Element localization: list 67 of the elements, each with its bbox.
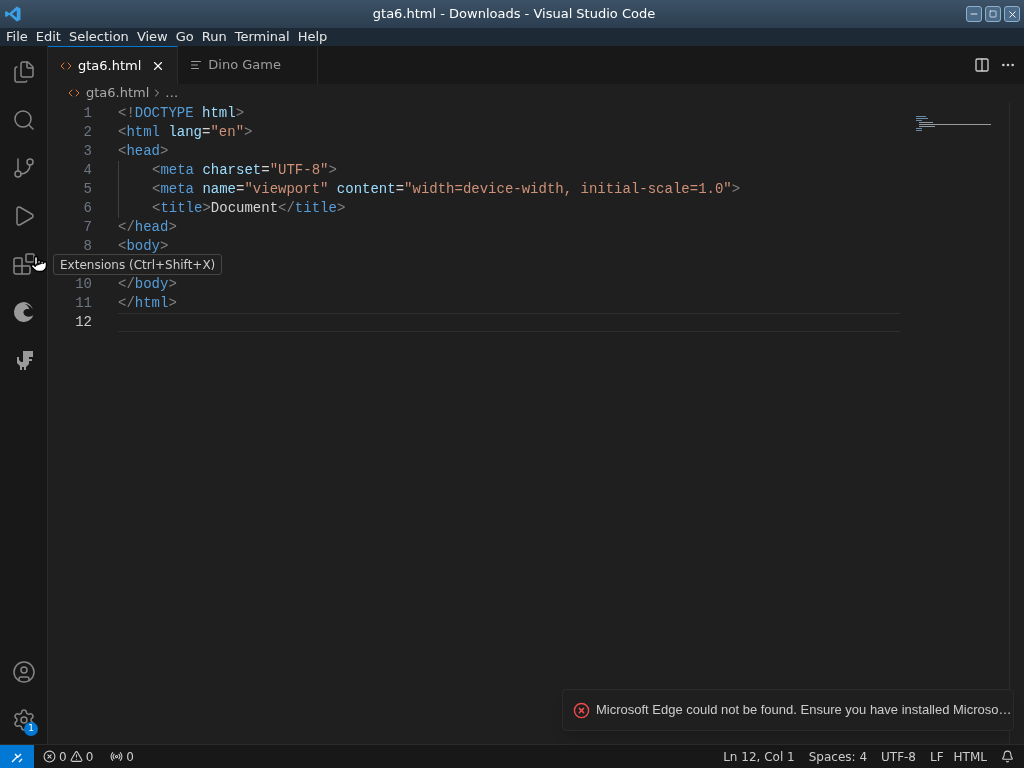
maximize-button[interactable] — [985, 6, 1001, 22]
error-icon — [43, 750, 56, 763]
line-number: 7 — [82, 218, 92, 237]
line-number: 3 — [82, 142, 92, 161]
notification-message: Microsoft Edge could not be found. Ensure you have installed Microso… — [596, 701, 1012, 720]
code-line: <!DOCTYPE html> — [118, 104, 245, 123]
code-line: </head> — [118, 218, 177, 237]
code-line: <head> — [118, 142, 169, 161]
line-number: 2 — [82, 123, 92, 142]
code-line: </body> — [118, 275, 177, 294]
cursor-position[interactable]: Ln 12, Col 1 — [723, 747, 795, 766]
encoding[interactable]: UTF-8 — [881, 747, 916, 766]
maximize-icon — [989, 10, 997, 18]
indentation[interactable]: Spaces: 4 — [808, 747, 867, 766]
language-mode[interactable]: HTML — [953, 747, 987, 766]
settings-icon[interactable] — [12, 708, 36, 732]
code-line: <title>Document</title> — [152, 199, 346, 218]
editor-tab[interactable]: Dino Game — [178, 46, 318, 84]
menu-item[interactable]: View — [132, 27, 172, 47]
line-number: 11 — [74, 294, 92, 313]
hand-cursor-icon — [30, 255, 48, 273]
error-count[interactable]: 0 — [59, 747, 67, 766]
line-number: 4 — [82, 161, 92, 180]
ports-icon — [110, 750, 124, 763]
menu-item[interactable]: Help — [293, 27, 332, 47]
tooltip: Extensions (Ctrl+Shift+X) — [53, 254, 223, 275]
vscode-logo-icon — [4, 5, 22, 23]
files-icon[interactable] — [12, 60, 36, 84]
code-line: </html> — [118, 294, 177, 313]
editor-tab[interactable]: gta6.html — [48, 46, 179, 84]
notification-badge: 1 — [24, 722, 38, 736]
line-number: 1 — [82, 104, 92, 123]
line-number: 8 — [82, 237, 92, 256]
search-icon[interactable] — [12, 108, 36, 132]
line-number: 5 — [82, 180, 92, 199]
code-line: <body> — [118, 237, 169, 256]
line-ending[interactable]: LF — [930, 747, 944, 766]
window-title: gta6.html - Downloads - Visual Studio Code — [371, 5, 657, 24]
split-editor-icon[interactable] — [974, 57, 990, 73]
menu-item[interactable]: Selection — [64, 27, 133, 47]
warning-count[interactable]: 0 — [85, 747, 94, 766]
line-number: 12 — [74, 313, 92, 332]
code-brackets-icon — [68, 87, 80, 99]
account-icon[interactable] — [12, 660, 36, 684]
menu-item[interactable]: Run — [197, 27, 231, 47]
close-button[interactable] — [1004, 6, 1020, 22]
warning-icon — [69, 750, 83, 763]
code-line: <html lang="en"> — [118, 123, 253, 142]
breadcrumb-item[interactable]: … — [165, 83, 179, 103]
minimize-button[interactable] — [966, 6, 982, 22]
menu-item[interactable]: Go — [171, 27, 198, 47]
menu-item[interactable]: File — [2, 27, 32, 47]
lines-icon — [190, 59, 203, 71]
menu-item[interactable]: Edit — [31, 27, 65, 47]
breadcrumb-item[interactable]: gta6.html — [86, 83, 150, 103]
code-line: <meta charset="UTF-8"> — [152, 161, 337, 180]
notifications-icon[interactable] — [1001, 750, 1014, 763]
menu-item[interactable]: Terminal — [230, 27, 294, 47]
line-number: 10 — [74, 275, 92, 294]
extensions-icon[interactable] — [12, 252, 36, 276]
source-control-icon[interactable] — [12, 156, 36, 180]
close-icon — [1006, 8, 1018, 20]
ports-count[interactable]: 0 — [126, 747, 134, 766]
browser-swirl-icon[interactable] — [12, 300, 36, 324]
line-number: 6 — [82, 199, 92, 218]
code-line: <meta name="viewport" content="width=device-width, initial-scale=1.0"> — [152, 180, 741, 199]
error-icon — [573, 701, 590, 719]
